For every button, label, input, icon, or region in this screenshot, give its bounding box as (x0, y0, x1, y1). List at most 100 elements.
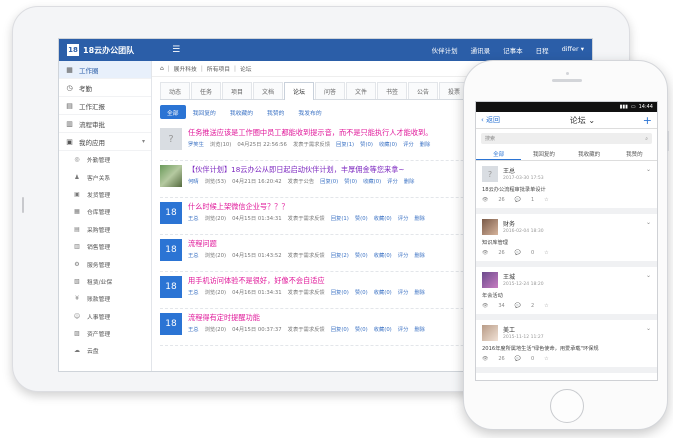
menu-icon[interactable]: ☰ (172, 45, 180, 55)
reply-link[interactable]: 回复(1) (336, 140, 354, 148)
breadcrumb-item[interactable]: 所有项目 (207, 64, 230, 73)
tab-activity[interactable]: 动态 (160, 82, 190, 99)
filter-favorited[interactable]: 我收藏的 (223, 105, 260, 119)
home-button[interactable] (550, 389, 584, 423)
post-author[interactable]: 王总 (188, 214, 199, 222)
breadcrumb-item[interactable]: 展升科技 (174, 64, 197, 73)
post-author[interactable]: 何晴 (188, 177, 199, 185)
post-author[interactable]: 王总 (188, 251, 199, 259)
sidebar-item-report[interactable]: ▤ 工作汇报 (59, 97, 151, 115)
like-link[interactable]: 赞(0) (355, 325, 368, 333)
reply-link[interactable]: 回复(0) (331, 325, 349, 333)
sidebar-sub-sales[interactable]: ▥ 销售管理 (59, 238, 151, 255)
like-link[interactable]: 赞(0) (360, 140, 373, 148)
phone-search[interactable]: 搜索 ⌕ (481, 133, 652, 144)
rate-link[interactable]: 评分 (398, 214, 409, 222)
reply-link[interactable]: 回复(2) (331, 251, 349, 259)
sidebar-sub-warehouse[interactable]: ▦ 仓库管理 (59, 203, 151, 220)
phone-title[interactable]: 论坛 ⌄ (548, 115, 595, 126)
star-icon[interactable]: ☆ (544, 197, 548, 203)
like-link[interactable]: 赞(0) (355, 251, 368, 259)
tab-files[interactable]: 文件 (346, 82, 376, 99)
sidebar-item-approval[interactable]: ▥ 流程审批 (59, 115, 151, 133)
phone-post-item[interactable]: ? 王总 2017-03-30 17:53 ⌄ 18云办公流程审批录单设计 👁 26 💬 1 ☆ (476, 161, 657, 214)
tab-tasks[interactable]: 任务 (191, 82, 221, 99)
delete-link[interactable]: 删除 (414, 288, 425, 296)
tab-docs[interactable]: 文档 (253, 82, 283, 99)
nav-partner-plan[interactable]: 伙伴计划 (432, 45, 458, 55)
add-post-button[interactable]: + (643, 114, 652, 127)
post-author[interactable]: 王总 (188, 325, 199, 333)
rate-link[interactable]: 评分 (387, 177, 398, 185)
filter-all[interactable]: 全部 (160, 105, 186, 119)
delete-link[interactable]: 删除 (414, 251, 425, 259)
favorite-link[interactable]: 收藏(0) (374, 214, 392, 222)
sidebar-sub-assets[interactable]: ▨ 资产管理 (59, 325, 151, 342)
favorite-link[interactable]: 收藏(0) (363, 177, 381, 185)
delete-link[interactable]: 删除 (414, 214, 425, 222)
phone-post-item[interactable]: 财务 2016-02-04 18:30 ⌄ 知识库管理 👁 26 💬 0 ☆ (476, 214, 657, 267)
sidebar-sub-service[interactable]: ⚙ 服务管理 (59, 255, 151, 272)
sidebar-sub-purchase[interactable]: ▤ 采购管理 (59, 221, 151, 238)
like-link[interactable]: 赞(0) (355, 288, 368, 296)
delete-link[interactable]: 删除 (404, 177, 415, 185)
reply-link[interactable]: 回复(1) (331, 214, 349, 222)
favorite-link[interactable]: 收藏(0) (379, 140, 397, 148)
tab-notices[interactable]: 公告 (408, 82, 438, 99)
phone-post-item[interactable]: 王城 2015-12-24 18:20 ⌄ 年会活动 👁 34 💬 2 ☆ (476, 267, 657, 320)
phone-tab-replied[interactable]: 我回复的 (521, 148, 566, 160)
sidebar-sub-accounts[interactable]: ¥ 账款管理 (59, 290, 151, 307)
rate-link[interactable]: 评分 (398, 251, 409, 259)
sidebar-item-workcircle[interactable]: ▦ 工作圈 (59, 61, 151, 79)
comment-icon[interactable]: 💬 (515, 303, 521, 309)
favorite-link[interactable]: 收藏(0) (374, 288, 392, 296)
phone-tab-all[interactable]: 全部 (476, 148, 522, 160)
sidebar-item-attendance[interactable]: ◷ 考勤 (59, 79, 151, 97)
home-icon[interactable]: ⌂ (160, 66, 164, 72)
chevron-down-icon[interactable]: ⌄ (646, 166, 651, 173)
chevron-down-icon[interactable]: ⌄ (646, 219, 651, 226)
favorite-link[interactable]: 收藏(0) (374, 325, 392, 333)
tablet-home-button[interactable] (22, 197, 24, 213)
sidebar-sub-clouddisk[interactable]: ☁ 云盘 (59, 342, 151, 359)
reply-link[interactable]: 回复(0) (320, 177, 338, 185)
chevron-down-icon[interactable]: ⌄ (646, 325, 651, 332)
sidebar-sub-hr[interactable]: ☺ 人事管理 (59, 308, 151, 325)
comment-icon[interactable]: 💬 (515, 356, 521, 362)
filter-liked[interactable]: 我赞的 (260, 105, 291, 119)
tab-forum[interactable]: 论坛 (284, 82, 314, 100)
star-icon[interactable]: ☆ (544, 356, 548, 362)
post-author[interactable]: 王总 (188, 288, 199, 296)
filter-replied[interactable]: 我回复的 (186, 105, 223, 119)
user-menu[interactable]: differ ▾ (562, 45, 584, 55)
nav-notebook[interactable]: 记事本 (503, 45, 523, 55)
favorite-link[interactable]: 收藏(0) (374, 251, 392, 259)
nav-contacts[interactable]: 通讯录 (471, 45, 491, 55)
tab-projects[interactable]: 项目 (222, 82, 252, 99)
sidebar-item-my-apps[interactable]: ▣ 我的应用 ▾ (59, 133, 151, 151)
like-link[interactable]: 赞(0) (344, 177, 357, 185)
sidebar-sub-crm[interactable]: ♟ 客户关系 (59, 168, 151, 185)
phone-side-button[interactable] (667, 131, 669, 151)
rate-link[interactable]: 评分 (403, 140, 414, 148)
sidebar-sub-lease[interactable]: ▧ 租赁/业保 (59, 273, 151, 290)
rate-link[interactable]: 评分 (398, 288, 409, 296)
phone-post-item[interactable]: 美工 2015-11-12 11:27 ⌄ 2016年度所属地生活"绿色使命，用爱承载… (476, 320, 657, 373)
back-button[interactable]: ‹ 返回 (481, 115, 500, 125)
comment-icon[interactable]: 💬 (515, 250, 521, 256)
delete-link[interactable]: 删除 (414, 325, 425, 333)
sidebar-sub-field[interactable]: ◎ 外勤管理 (59, 151, 151, 168)
star-icon[interactable]: ☆ (544, 250, 548, 256)
post-author[interactable]: 罗笑生 (188, 140, 204, 148)
rate-link[interactable]: 评分 (398, 325, 409, 333)
star-icon[interactable]: ☆ (544, 303, 548, 309)
filter-posted[interactable]: 我发布的 (291, 105, 328, 119)
sidebar-sub-shipping[interactable]: ▣ 发货管理 (59, 186, 151, 203)
nav-schedule[interactable]: 日程 (536, 45, 549, 55)
reply-link[interactable]: 回复(0) (331, 288, 349, 296)
tab-bookmarks[interactable]: 书签 (377, 82, 407, 99)
chevron-down-icon[interactable]: ⌄ (646, 272, 651, 279)
phone-tab-liked[interactable]: 我赞的 (612, 148, 657, 160)
comment-icon[interactable]: 💬 (515, 197, 521, 203)
delete-link[interactable]: 删除 (420, 140, 431, 148)
